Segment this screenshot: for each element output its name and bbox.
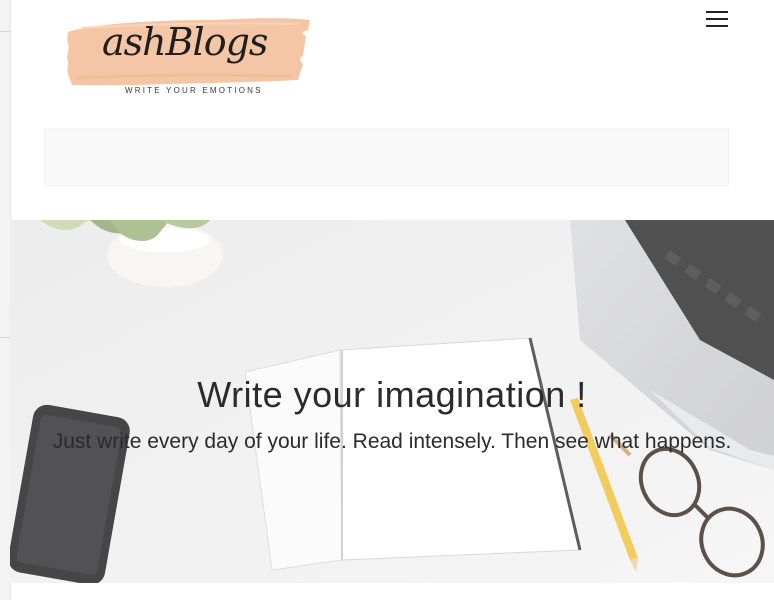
menu-bar (706, 11, 728, 13)
logo-wordmark: ashBlogs (102, 20, 268, 64)
hero-subtitle: Just write every day of your life. Read … (52, 430, 732, 453)
site-logo[interactable]: ashBlogs WRITE YOUR EMOTIONS (62, 6, 314, 98)
divider (0, 31, 10, 32)
hero-title: Write your imagination ! (197, 374, 587, 415)
divider (0, 337, 10, 338)
logo-tagline: WRITE YOUR EMOTIONS (125, 86, 263, 95)
hamburger-menu-icon[interactable] (702, 8, 732, 30)
banner-placeholder (44, 128, 729, 186)
hero-section: Write your imagination ! Just write ever… (10, 220, 774, 583)
menu-bar (706, 25, 728, 27)
menu-bar (706, 18, 728, 20)
